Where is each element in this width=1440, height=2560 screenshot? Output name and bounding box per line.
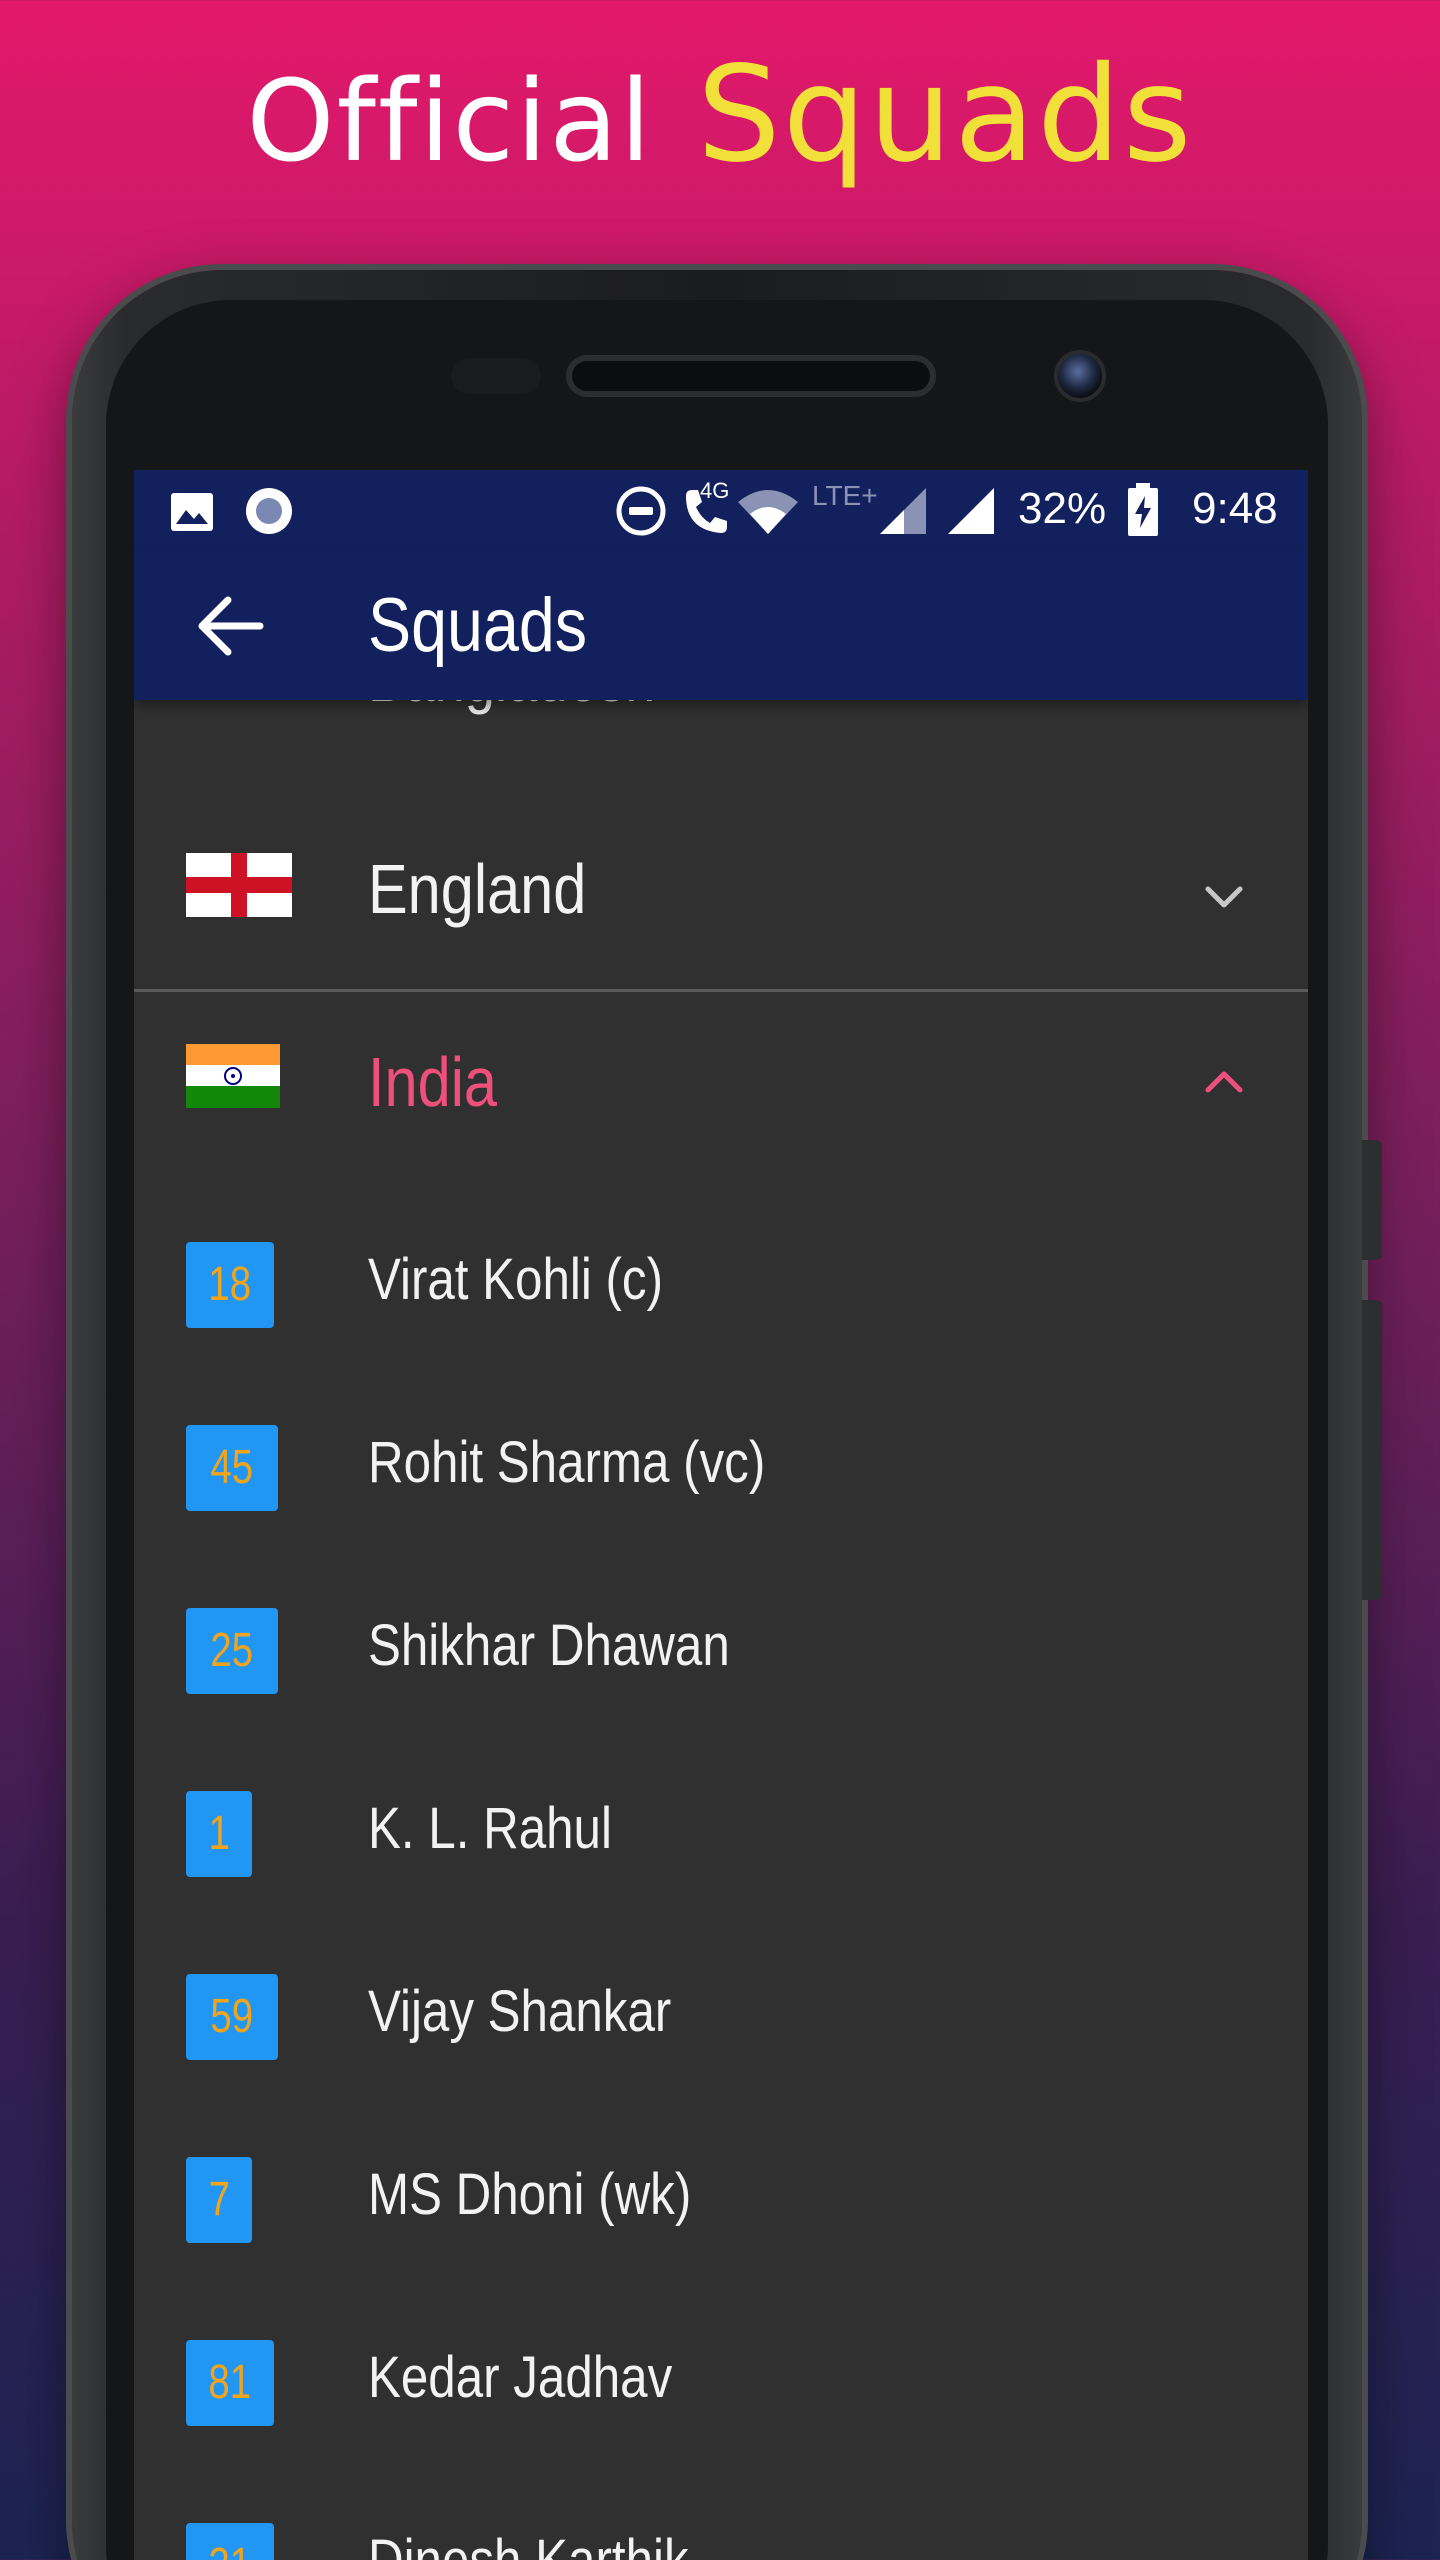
jersey-number-badge: 81 bbox=[186, 2340, 274, 2426]
lte-label: LTE+ bbox=[812, 480, 878, 511]
player-row[interactable]: 45 Rohit Sharma (vc) bbox=[134, 1377, 1308, 1559]
country-row-england-content[interactable]: England bbox=[134, 805, 1308, 985]
arrow-back-icon[interactable] bbox=[190, 586, 270, 666]
player-row[interactable]: 21 Dinesh Karthik bbox=[134, 2475, 1308, 2560]
page-title: Squads bbox=[368, 583, 588, 668]
country-row-india[interactable]: India bbox=[134, 992, 1308, 1172]
jersey-number-badge: 21 bbox=[186, 2523, 274, 2560]
player-row[interactable]: 59 Vijay Shankar bbox=[134, 1926, 1308, 2108]
promo-title-yellow: Squads bbox=[696, 38, 1194, 192]
app-bar: Squads bbox=[134, 550, 1308, 700]
image-icon bbox=[171, 493, 213, 531]
player-row[interactable]: 81 Kedar Jadhav bbox=[134, 2292, 1308, 2474]
player-row[interactable]: 7 MS Dhoni (wk) bbox=[134, 2109, 1308, 2291]
app-screen: 4G LTE+ 32% 9:48 Squads Bangladesh bbox=[134, 470, 1308, 2560]
country-name-india: India bbox=[368, 1043, 498, 1121]
jersey-number-badge: 18 bbox=[186, 1242, 274, 1328]
clock: 9:48 bbox=[1192, 484, 1278, 533]
volume-button bbox=[1362, 1300, 1382, 1600]
jersey-number-badge: 25 bbox=[186, 1608, 278, 1694]
signal-icon bbox=[948, 488, 994, 534]
battery-charging-icon bbox=[1128, 483, 1158, 536]
network-type-label: 4G bbox=[700, 478, 730, 503]
chevron-up-icon[interactable] bbox=[1194, 1062, 1254, 1102]
signal-icon bbox=[880, 488, 926, 534]
player-name: Vijay Shankar bbox=[368, 1979, 672, 2044]
england-flag bbox=[186, 853, 292, 917]
front-camera-icon bbox=[1054, 350, 1106, 402]
promo-title-white: Official bbox=[246, 57, 653, 187]
promo-headline: Official Squads bbox=[0, 40, 1440, 197]
wifi-icon bbox=[738, 490, 798, 534]
earpiece-speaker bbox=[566, 355, 936, 397]
player-row[interactable]: 25 Shikhar Dhawan bbox=[134, 1560, 1308, 1742]
player-name: Dinesh Karthik bbox=[368, 2527, 689, 2560]
country-name-england: England bbox=[368, 850, 587, 928]
jersey-number-badge: 59 bbox=[186, 1974, 278, 2060]
player-name: Kedar Jadhav bbox=[368, 2345, 673, 2410]
jersey-number-badge: 45 bbox=[186, 1425, 278, 1511]
jersey-number-badge: 1 bbox=[186, 1791, 252, 1877]
player-name: MS Dhoni (wk) bbox=[368, 2162, 692, 2227]
chevron-down-icon[interactable] bbox=[1194, 877, 1254, 917]
player-name: K. L. Rahul bbox=[368, 1796, 612, 1861]
india-flag bbox=[186, 1044, 280, 1108]
player-name: Shikhar Dhawan bbox=[368, 1613, 730, 1678]
player-row[interactable]: 1 K. L. Rahul bbox=[134, 1743, 1308, 1925]
proximity-sensor bbox=[451, 358, 541, 394]
status-bar: 4G LTE+ 32% 9:48 bbox=[134, 470, 1308, 550]
record-icon bbox=[246, 488, 292, 534]
player-row[interactable]: 18 Virat Kohli (c) bbox=[134, 1194, 1308, 1376]
do-not-disturb-icon bbox=[616, 486, 666, 536]
jersey-number-badge: 7 bbox=[186, 2157, 252, 2243]
player-name: Rohit Sharma (vc) bbox=[368, 1430, 766, 1495]
power-button bbox=[1362, 1140, 1382, 1260]
player-name: Virat Kohli (c) bbox=[368, 1247, 663, 1312]
battery-percent: 32% bbox=[1018, 484, 1107, 533]
